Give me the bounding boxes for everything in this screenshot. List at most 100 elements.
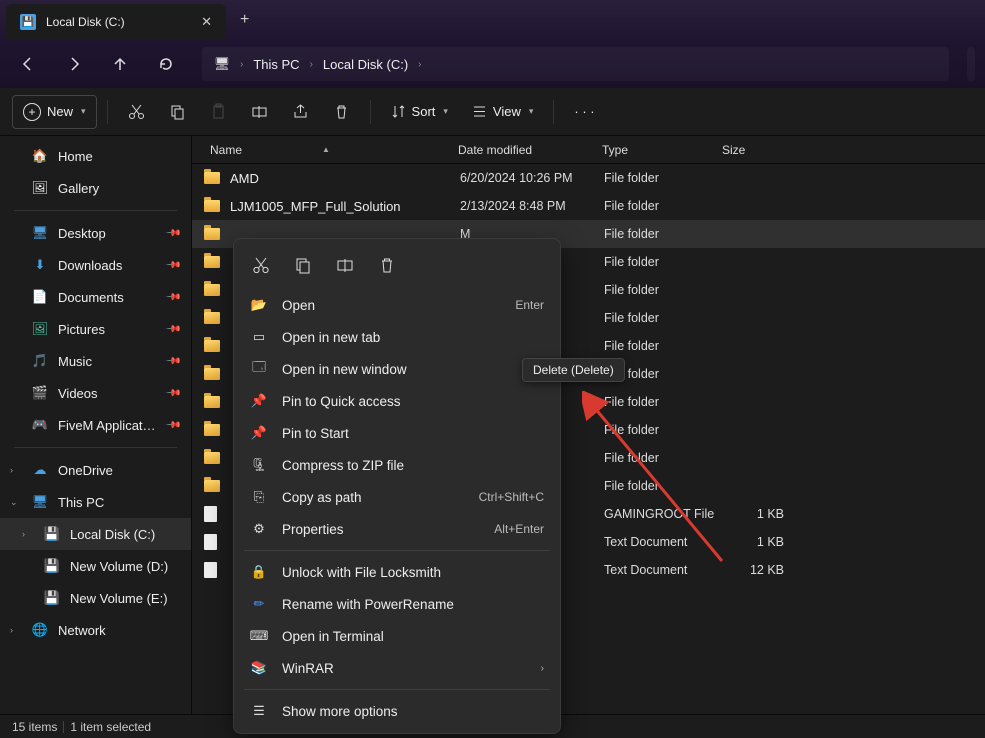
sidebar-home[interactable]: 🏠 Home [0,140,191,172]
refresh-button[interactable] [148,48,184,80]
chevron-right-icon[interactable]: › [22,529,25,539]
window-icon: 🗔 [250,358,268,380]
pin-icon: 📌 [250,393,268,409]
row-type: File folder [604,423,724,437]
sidebar-label: Local Disk (C:) [70,527,155,542]
column-size[interactable]: Size [722,143,802,157]
row-size: 12 KB [724,563,784,577]
ctx-pin-quick-access[interactable]: 📌 Pin to Quick access [240,385,554,417]
ctx-cut-button[interactable] [242,247,280,283]
path-icon: ⎘ [250,489,268,505]
breadcrumb[interactable]: 🖥 › This PC › Local Disk (C:) › [202,47,949,81]
ctx-terminal[interactable]: ⌨Open in Terminal [240,620,554,652]
ctx-copy-button[interactable] [284,247,322,283]
sidebar-pictures[interactable]: 🖼Pictures📌 [0,313,191,345]
sidebar-documents[interactable]: 📄Documents📌 [0,281,191,313]
ctx-powerrename[interactable]: ✏Rename with PowerRename [240,588,554,620]
file-icon [204,562,217,578]
breadcrumb-thispc[interactable]: This PC [253,57,299,72]
close-icon[interactable]: ✕ [201,14,212,30]
column-name[interactable]: Name▲ [210,143,458,157]
navbar: 🖥 › This PC › Local Disk (C:) › [0,40,985,88]
view-button[interactable]: View▾ [462,95,543,129]
ctx-label: Show more options [282,704,544,719]
sidebar-gallery[interactable]: 🖼Gallery [0,172,191,204]
ctx-delete-button[interactable] [368,247,406,283]
tab-icon: ▭ [250,329,268,345]
gear-icon: ⚙ [250,521,268,537]
up-button[interactable] [102,48,138,80]
row-type: File folder [604,479,724,493]
sort-button[interactable]: Sort▾ [381,95,458,129]
column-date[interactable]: Date modified [458,143,602,157]
share-button[interactable] [282,95,319,129]
new-button[interactable]: +New▾ [12,95,97,129]
folder-icon [204,256,220,268]
column-label: Size [722,143,745,157]
folder-icon [204,312,220,324]
more-button[interactable]: · · · [564,95,604,129]
ctx-open[interactable]: 📂OpenEnter [240,289,554,321]
context-menu: 📂OpenEnter ▭Open in new tab 🗔Open in new… [233,238,561,734]
ctx-show-more[interactable]: ☰Show more options [240,695,554,727]
breadcrumb-localdisk[interactable]: Local Disk (C:) [323,57,408,72]
forward-button[interactable] [56,48,92,80]
cut-button[interactable] [118,95,155,129]
table-row[interactable]: LJM1005_MFP_Full_Solution2/13/2024 8:48 … [192,192,985,220]
ctx-label: Compress to ZIP file [282,458,544,473]
chevron-right-icon[interactable]: › [10,625,13,635]
ctx-properties[interactable]: ⚙PropertiesAlt+Enter [240,513,554,545]
pictures-icon: 🖼 [32,321,48,337]
ctx-rename-button[interactable] [326,247,364,283]
sidebar-fivem[interactable]: 🎮FiveM Application Dat📌 [0,409,191,441]
ctx-copy-path[interactable]: ⎘Copy as pathCtrl+Shift+C [240,481,554,513]
ctx-open-new-window[interactable]: 🗔Open in new window [240,353,554,385]
ctx-label: Pin to Quick access [282,394,544,409]
ctx-compress-zip[interactable]: 🗜Compress to ZIP file [240,449,554,481]
chevron-right-icon[interactable]: › [10,465,13,475]
drive-icon: 💾 [44,526,60,542]
copy-button[interactable] [159,95,196,129]
ctx-label: Rename with PowerRename [282,597,544,612]
chevron-down-icon[interactable]: ⌄ [10,497,18,508]
ctx-label: Copy as path [282,490,465,505]
videos-icon: 🎬 [32,385,48,401]
sidebar-network[interactable]: ›🌐Network [0,614,191,646]
ctx-pin-start[interactable]: 📌Pin to Start [240,417,554,449]
column-label: Type [602,143,628,157]
column-type[interactable]: Type [602,143,722,157]
sidebar-music[interactable]: 🎵Music📌 [0,345,191,377]
sidebar-drive-d[interactable]: 💾New Volume (D:) [0,550,191,582]
sidebar-videos[interactable]: 🎬Videos📌 [0,377,191,409]
home-icon: 🏠 [32,148,48,164]
ctx-winrar[interactable]: 📚WinRAR› [240,652,554,684]
ctx-open-new-tab[interactable]: ▭Open in new tab [240,321,554,353]
table-row[interactable]: AMD6/20/2024 10:26 PMFile folder [192,164,985,192]
sidebar-drive-e[interactable]: 💾New Volume (E:) [0,582,191,614]
chevron-right-icon: › [310,59,313,70]
sidebar-drive-c[interactable]: › 💾 Local Disk (C:) [0,518,191,550]
sidebar-downloads[interactable]: ⬇Downloads📌 [0,249,191,281]
chevron-right-icon: › [418,59,421,70]
sort-asc-icon: ▲ [322,145,330,154]
delete-button[interactable] [323,95,360,129]
column-headers: Name▲ Date modified Type Size [192,136,985,164]
tab-local-disk[interactable]: 💾 Local Disk (C:) ✕ [6,4,226,40]
sidebar-onedrive[interactable]: ›☁OneDrive [0,454,191,486]
rename-button[interactable] [241,95,278,129]
paste-button[interactable] [200,95,237,129]
ctx-locksmith[interactable]: 🔒Unlock with File Locksmith [240,556,554,588]
titlebar: 💾 Local Disk (C:) ✕ + [0,0,985,40]
search-input[interactable] [967,47,975,81]
sidebar-desktop[interactable]: 🖥Desktop📌 [0,217,191,249]
back-button[interactable] [10,48,46,80]
sidebar-label: Home [58,149,93,164]
sidebar-label: Music [58,354,92,369]
sidebar-label: Network [58,623,106,638]
sidebar-label: OneDrive [58,463,113,478]
ctx-shortcut: Enter [515,298,544,312]
new-tab-button[interactable]: + [226,0,263,40]
sidebar-thispc[interactable]: ⌄🖥This PC [0,486,191,518]
chevron-down-icon: ▾ [443,106,448,117]
separator [370,100,371,124]
